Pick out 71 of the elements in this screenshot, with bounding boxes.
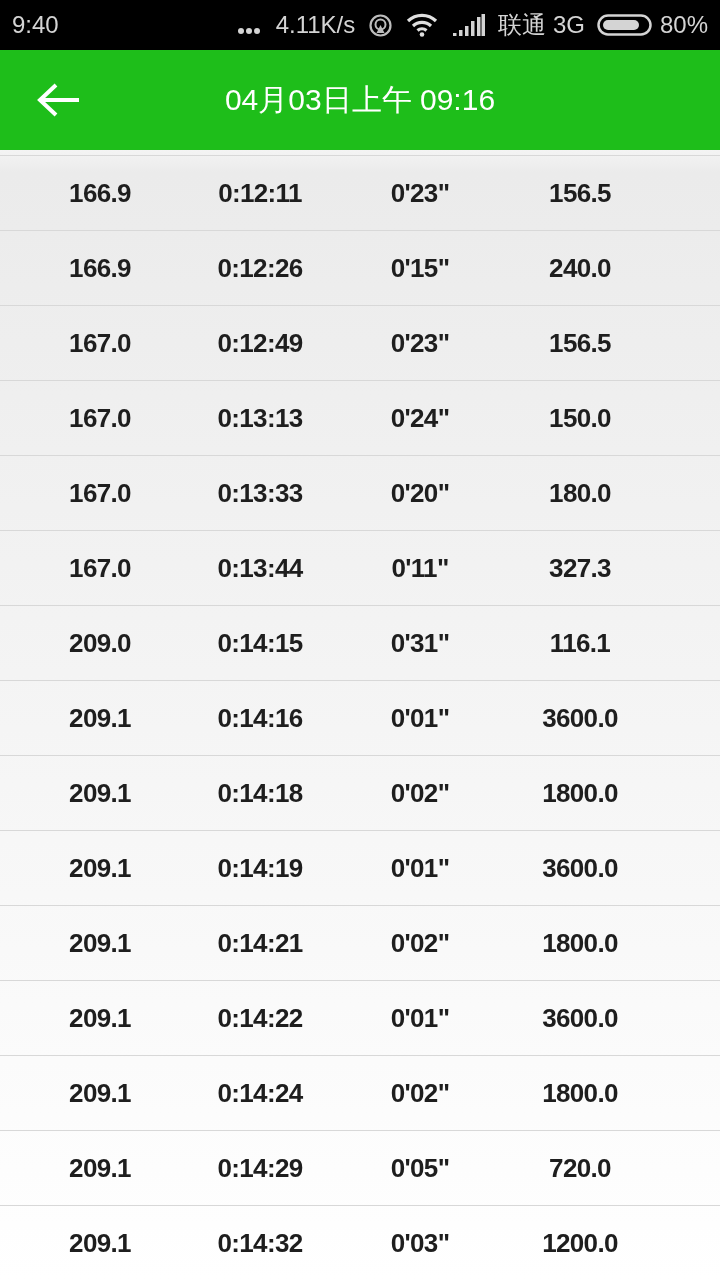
table-cell: 209.1	[69, 1005, 131, 1031]
table-cell: 1800.0	[542, 930, 618, 956]
table-cell: 0:14:18	[217, 780, 303, 806]
table-cell: 0'11"	[391, 555, 449, 581]
table-cell: 166.9	[69, 180, 131, 206]
table-cell: 0'31"	[390, 630, 450, 656]
table-cell: 3600.0	[542, 1005, 618, 1031]
table-cell: 209.1	[69, 705, 131, 731]
table-cell: 0'15"	[390, 255, 450, 281]
table-cell: 167.0	[69, 555, 131, 581]
table-cell: 0:12:49	[217, 330, 303, 356]
table-cell: 1800.0	[542, 1080, 618, 1106]
battery-percent: 80%	[659, 13, 708, 37]
table-cell: 3600.0	[542, 855, 618, 881]
signal-bars-icon	[453, 14, 486, 36]
table-cell: 0'02"	[390, 930, 450, 956]
table-cell: 240.0	[549, 255, 611, 281]
table-cell: 720.0	[549, 1155, 611, 1181]
table-cell: 209.1	[69, 1230, 131, 1256]
table-cell: 209.1	[69, 855, 131, 881]
table-cell: 0'20"	[390, 480, 450, 506]
table-cell: 0:14:19	[217, 855, 303, 881]
app-bar-title: 04月03日上午 09:16	[223, 85, 497, 115]
table-cell: 0:14:16	[217, 705, 303, 731]
table-cell: 0'01"	[390, 1005, 450, 1031]
status-time: 9:40	[12, 13, 59, 37]
table-cell: 0:14:15	[217, 630, 303, 656]
table-cell: 0'01"	[390, 855, 450, 881]
table-cell: 166.9	[69, 255, 131, 281]
table-cell: 0:14:24	[217, 1080, 303, 1106]
table-cell: 0'03"	[390, 1230, 450, 1256]
table-cell: 0'01"	[390, 705, 450, 731]
table-cell: 0'23"	[390, 330, 450, 356]
table-cell: 180.0	[549, 480, 611, 506]
table-cell: 0'23"	[390, 180, 450, 206]
table-cell: 0'02"	[390, 780, 450, 806]
table-cell: 1200.0	[542, 1230, 618, 1256]
battery-icon	[596, 14, 652, 36]
table-cell: 156.5	[549, 330, 611, 356]
table-cell: 0'24"	[390, 405, 450, 431]
table-cell: 0:14:32	[217, 1230, 303, 1256]
table-cell: 167.0	[69, 405, 131, 431]
table-cell: 0:14:21	[217, 930, 303, 956]
table-cell: 209.0	[69, 630, 131, 656]
table-cell: 0:14:29	[217, 1155, 303, 1181]
table-cell: 0'02"	[390, 1080, 450, 1106]
table-cell: 209.1	[69, 1080, 131, 1106]
table-cell: 0'05"	[390, 1155, 450, 1181]
table-cell: 0:14:22	[217, 1005, 303, 1031]
more-dots-icon	[237, 28, 260, 34]
table-cell: 209.1	[69, 930, 131, 956]
wifi-icon	[406, 13, 439, 37]
table-cell: 0:12:26	[217, 255, 303, 281]
carrier-label: 联通 3G	[498, 13, 585, 37]
table-cell: 0:13:44	[217, 555, 303, 581]
table-cell: 0:12:11	[218, 180, 302, 206]
table-cell: 3600.0	[542, 705, 618, 731]
table-cell: 150.0	[549, 405, 611, 431]
table-cell: 156.5	[549, 180, 611, 206]
back-arrow-icon	[36, 83, 80, 117]
table-cell: 1800.0	[542, 780, 618, 806]
table-cell: 116.1	[549, 630, 611, 656]
hotspot-ring-icon	[369, 13, 393, 37]
network-speed: 4.11K/s	[275, 13, 356, 37]
table-cell: 327.3	[549, 555, 611, 581]
table-cell: 167.0	[69, 480, 131, 506]
table-cell: 0:13:33	[217, 480, 303, 506]
table-cell: 209.1	[69, 780, 131, 806]
table-cell: 209.1	[69, 1155, 131, 1181]
table-cell: 167.0	[69, 330, 131, 356]
table-cell: 0:13:13	[217, 405, 303, 431]
